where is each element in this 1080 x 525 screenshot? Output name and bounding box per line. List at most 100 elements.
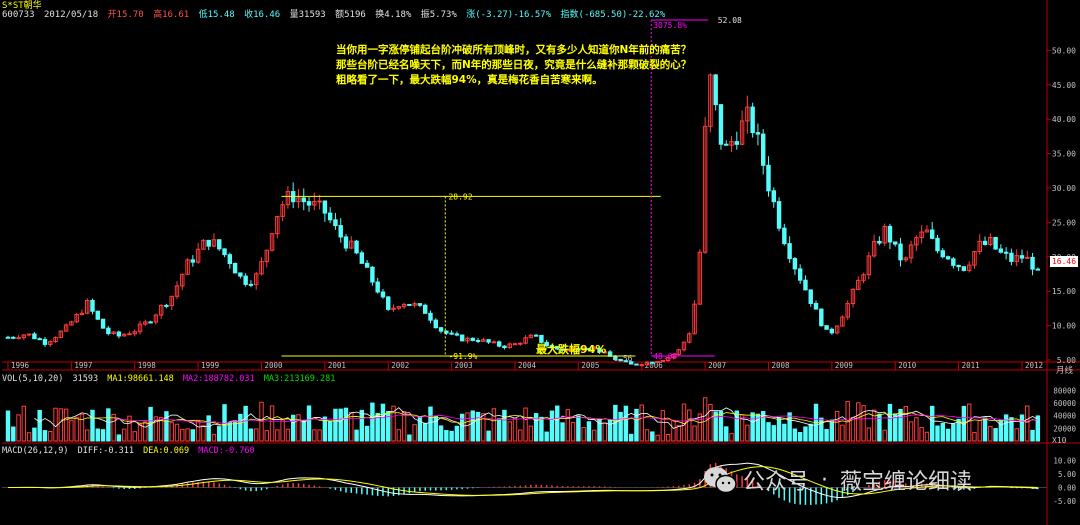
- macd-tick-label: 5.00: [1058, 470, 1077, 479]
- volume-bar: [143, 421, 148, 442]
- volume-bar: [565, 409, 571, 442]
- volume-bar: [528, 425, 534, 442]
- open-price: 开15.70: [107, 10, 144, 20]
- candle-body: [771, 190, 776, 203]
- price-tick-label: 30.00: [1052, 184, 1076, 193]
- candle-body: [32, 333, 37, 340]
- volume-bar: [607, 419, 613, 442]
- volume-bar: [496, 418, 502, 442]
- volume-bar: [354, 429, 359, 442]
- macd-label: MACD(26,12,9): [2, 446, 69, 456]
- candle-body: [792, 258, 798, 270]
- annotation-comment: 当你用一字涨停铺起台阶冲破所有顶峰时，又有多少人知道你N年前的痛苦？ 那些台阶已…: [336, 43, 692, 88]
- price-tick-label: 40.00: [1052, 115, 1076, 124]
- volume-bar: [555, 405, 560, 442]
- volume-bar: [79, 413, 85, 442]
- candle-body: [491, 341, 497, 344]
- volume-bar: [977, 419, 982, 442]
- candle-body: [797, 268, 803, 281]
- candle-body: [787, 243, 792, 260]
- candle-body: [713, 74, 718, 106]
- price-tick-label: 25.00: [1052, 218, 1076, 227]
- volume-bar: [618, 411, 623, 442]
- quote-date: 2012/05/18: [43, 10, 99, 20]
- volume-bar: [766, 422, 771, 442]
- volume-bar: [475, 411, 481, 442]
- volume-bar: [243, 405, 248, 442]
- year-label: 1996: [11, 361, 30, 370]
- volume-bar: [301, 420, 306, 442]
- volume-bar: [69, 419, 74, 442]
- volume-bar: [929, 405, 935, 442]
- volume-bar: [1025, 405, 1030, 442]
- volume-bar: [217, 426, 222, 442]
- candle-body: [127, 333, 132, 336]
- volume-bar: [718, 410, 724, 442]
- volume-bar: [275, 429, 280, 442]
- volume-bar: [386, 411, 391, 442]
- volume-bar: [1009, 417, 1014, 442]
- volume-bar: [724, 426, 729, 442]
- candlestick-series[interactable]: [5, 73, 1041, 367]
- volume-bar: [655, 434, 660, 442]
- volume-bar: [576, 415, 581, 442]
- volume-bar: [444, 430, 449, 442]
- volume-bar: [665, 434, 671, 442]
- volume-bar: [201, 424, 206, 442]
- watermark-separator: ·: [821, 467, 829, 493]
- volume-bar: [380, 403, 386, 442]
- price-tick-label: 10.00: [1052, 322, 1076, 331]
- volume-bar: [116, 434, 122, 442]
- volume-bar: [903, 405, 909, 442]
- volume-bar: [544, 431, 549, 442]
- year-label: 2005: [581, 361, 599, 370]
- volume-bar: [560, 422, 565, 442]
- volume-bar: [269, 405, 275, 442]
- candle-body: [776, 201, 782, 229]
- volume-bar: [771, 425, 776, 442]
- price-tick-label: 45.00: [1052, 81, 1076, 90]
- bottom-price-label: 1.56: [613, 354, 632, 363]
- volume-bar: [74, 416, 79, 442]
- volume-bar: [42, 430, 48, 442]
- volume-bar: [840, 424, 845, 442]
- volume-bar: [100, 429, 106, 442]
- candle-body: [470, 337, 475, 341]
- volume-bar: [32, 427, 37, 442]
- volume-panel[interactable]: 20000 40000 60000 80000: [5, 386, 1076, 442]
- candle-body: [375, 281, 380, 293]
- volume-bar: [428, 406, 433, 442]
- candle-body: [317, 200, 322, 203]
- volume-tick-label: 20000: [1053, 424, 1076, 433]
- volume-bar: [644, 429, 650, 442]
- volume-bar: [745, 424, 750, 442]
- volume-bar: [523, 407, 528, 442]
- comment-line-2: 那些台阶已经名噪天下，而N年的那些日夜，究竟是什么缝补那颗破裂的心？: [336, 59, 692, 71]
- candle-body: [877, 240, 882, 244]
- candle-body: [1030, 256, 1035, 270]
- volume-bar: [518, 429, 523, 442]
- volume-bar: [312, 429, 317, 442]
- volume-bar: [412, 424, 417, 442]
- volume-bar: [465, 412, 470, 442]
- volume-bar: [993, 428, 998, 442]
- candle-body: [232, 262, 238, 274]
- macd-value: MACD:-0.760: [198, 446, 255, 456]
- volume-bar: [988, 425, 993, 442]
- max-drop-label: 最大跌幅94%: [536, 343, 607, 356]
- year-label: 2007: [708, 361, 726, 370]
- candle-body: [354, 240, 359, 254]
- volume-bar: [861, 405, 866, 442]
- volume-bar: [803, 426, 808, 442]
- volume-bar: [945, 428, 951, 442]
- volume-bar: [824, 429, 829, 442]
- candle-body: [1009, 252, 1014, 262]
- volume-bar: [708, 403, 713, 442]
- candle-body: [1019, 255, 1025, 259]
- volume-bar: [623, 405, 629, 442]
- candle-body: [929, 229, 935, 239]
- vol-ma1: MA1:98661.148: [107, 374, 174, 384]
- volume-bar: [713, 411, 718, 442]
- volume-bar: [396, 429, 402, 442]
- candle-body: [650, 361, 655, 364]
